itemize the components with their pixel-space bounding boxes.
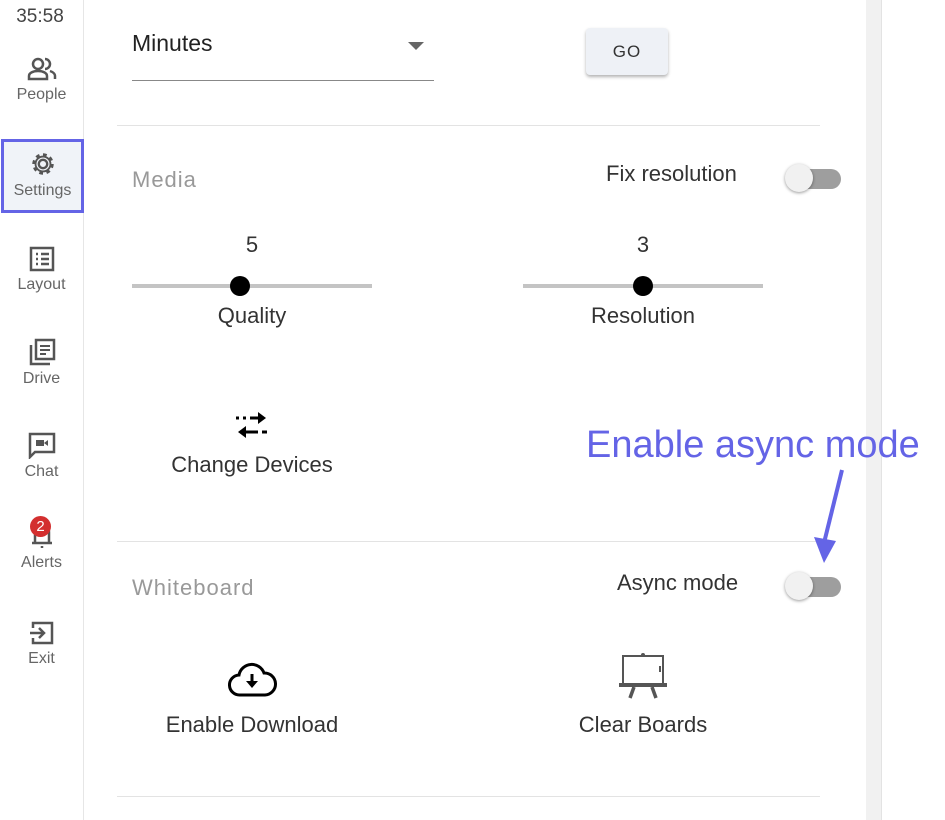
sidebar-item-label: People bbox=[16, 86, 67, 103]
section-title-whiteboard: Whiteboard bbox=[132, 575, 255, 600]
annotation-arrow-icon bbox=[814, 469, 844, 563]
sidebar-item-layout[interactable]: Layout bbox=[0, 246, 83, 294]
divider bbox=[117, 796, 820, 797]
sidebar-item-label: Chat bbox=[24, 463, 59, 480]
divider bbox=[117, 125, 820, 126]
sidebar-item-people[interactable]: People bbox=[0, 56, 83, 104]
sidebar-item-chat[interactable]: Chat bbox=[0, 431, 83, 481]
async-mode-toggle[interactable] bbox=[785, 572, 841, 600]
session-timer: 35:58 bbox=[16, 6, 64, 27]
fix-resolution-label: Fix resolution bbox=[606, 161, 737, 186]
quality-slider[interactable] bbox=[132, 275, 372, 296]
swap-arrows-icon bbox=[236, 412, 267, 438]
quality-value: 5 bbox=[245, 232, 259, 257]
drive-icon bbox=[29, 338, 55, 366]
change-devices-label: Change Devices bbox=[171, 452, 333, 477]
duration-unit-value: Minutes bbox=[132, 30, 213, 56]
change-devices-button[interactable]: Change Devices bbox=[132, 410, 372, 478]
sidebar-item-label: Drive bbox=[22, 370, 61, 387]
go-button[interactable]: GO bbox=[586, 28, 668, 75]
quality-slider-thumb[interactable] bbox=[230, 276, 250, 296]
gear-icon bbox=[31, 153, 54, 175]
sidebar-item-exit[interactable]: Exit bbox=[0, 620, 83, 668]
async-mode-label: Async mode bbox=[617, 570, 739, 595]
duration-unit-select[interactable]: Minutes bbox=[132, 26, 434, 81]
sidebar-item-drive[interactable]: Drive bbox=[0, 338, 83, 388]
exit-icon bbox=[29, 621, 53, 645]
divider bbox=[117, 541, 820, 542]
chat-icon bbox=[28, 432, 55, 459]
whiteboard-icon bbox=[619, 653, 667, 699]
sidebar-item-alerts[interactable]: 2 Alerts bbox=[0, 516, 83, 572]
enable-download-label: Enable Download bbox=[165, 712, 339, 737]
section-title-media: Media bbox=[132, 167, 197, 192]
chevron-down-icon bbox=[408, 42, 424, 50]
quality-label: Quality bbox=[217, 303, 287, 328]
alerts-badge: 2 bbox=[30, 516, 51, 537]
enable-download-button[interactable]: Enable Download bbox=[132, 662, 372, 738]
resolution-slider-thumb[interactable] bbox=[633, 276, 653, 296]
sidebar-item-label: Settings bbox=[13, 182, 72, 199]
annotation-text: Enable async mode bbox=[586, 424, 920, 466]
layout-icon bbox=[29, 246, 54, 272]
sidebar-item-label: Layout bbox=[17, 276, 66, 293]
sidebar: 35:58 People Settings Layout Drive Chat … bbox=[0, 0, 84, 820]
fix-resolution-toggle[interactable] bbox=[785, 164, 841, 192]
sidebar-item-label: Exit bbox=[28, 650, 55, 667]
resolution-value: 3 bbox=[636, 232, 650, 257]
cloud-download-icon bbox=[228, 662, 277, 697]
scrollbar[interactable] bbox=[866, 0, 882, 820]
clear-boards-button[interactable]: Clear Boards bbox=[523, 652, 763, 738]
clear-boards-label: Clear Boards bbox=[578, 712, 708, 737]
resolution-label: Resolution bbox=[591, 303, 695, 328]
resolution-slider[interactable] bbox=[523, 275, 763, 296]
people-icon bbox=[27, 57, 56, 81]
sidebar-item-label: Alerts bbox=[21, 554, 62, 571]
sidebar-item-settings[interactable]: Settings bbox=[1, 139, 84, 213]
